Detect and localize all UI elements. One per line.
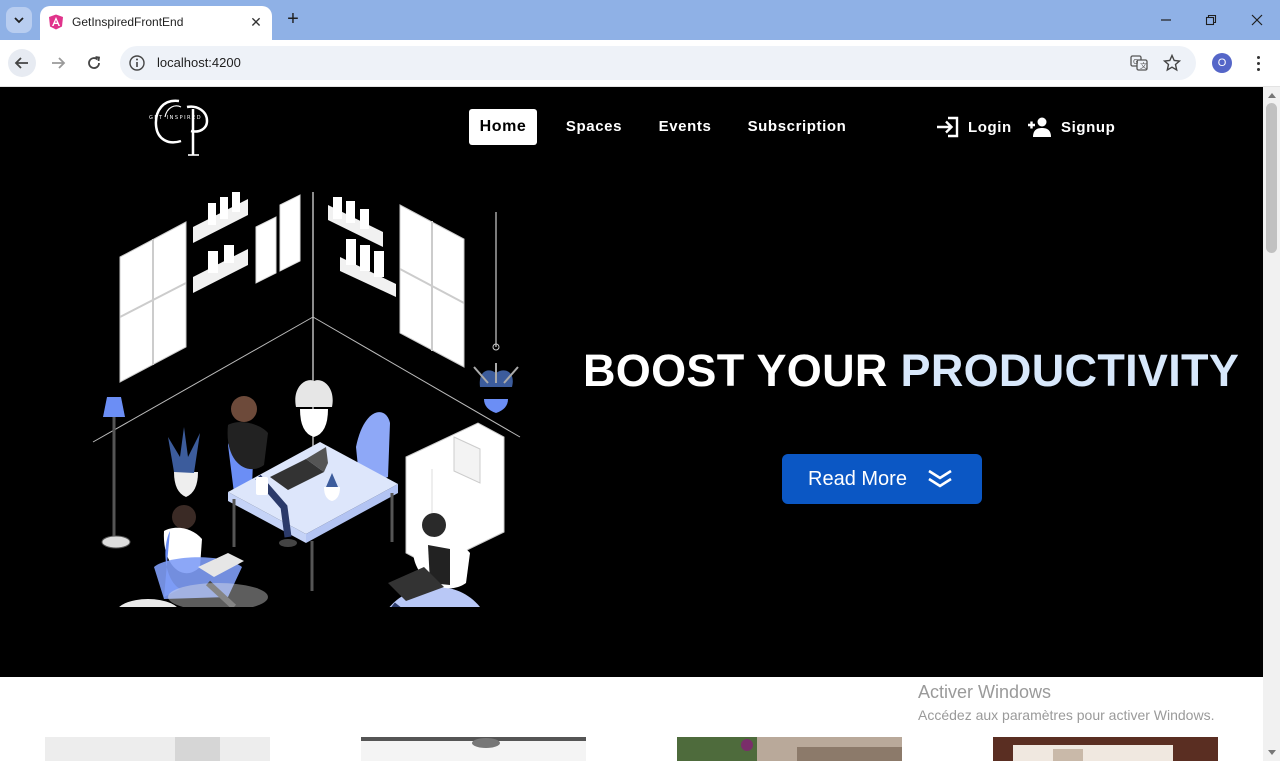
close-window-button[interactable] <box>1245 8 1269 32</box>
hero-section: GET INSPIRED Home Spaces Events Subscrip… <box>0 87 1263 677</box>
translate-icon[interactable]: G文 <box>1130 54 1148 72</box>
watermark-subtitle: Accédez aux paramètres pour activer Wind… <box>918 707 1215 723</box>
logo-text: GET INSPIRED <box>149 115 202 121</box>
browser-tabstrip: GetInspiredFrontEnd ✕ + <box>0 0 1280 40</box>
nav-spaces[interactable]: Spaces <box>560 109 628 145</box>
profile-avatar[interactable]: O <box>1212 53 1232 73</box>
headline-accent-text: PRODUCTIVITY <box>900 345 1240 396</box>
close-icon <box>1251 14 1263 26</box>
scroll-up-arrow-icon[interactable] <box>1268 93 1276 98</box>
login-icon <box>937 116 959 138</box>
nav-subscription[interactable]: Subscription <box>744 109 850 145</box>
windows-activation-watermark: Activer Windows Accédez aux paramètres p… <box>918 682 1214 723</box>
page-scrollbar[interactable] <box>1263 87 1280 761</box>
tab-close-icon[interactable]: ✕ <box>248 14 264 30</box>
login-button[interactable]: Login <box>936 109 1012 145</box>
read-more-button[interactable]: Read More <box>782 454 982 504</box>
browser-menu-icon[interactable] <box>1248 52 1268 74</box>
watermark-title: Activer Windows <box>918 682 1052 702</box>
arrow-right-icon <box>52 57 66 69</box>
new-tab-button[interactable]: + <box>282 8 304 30</box>
site-logo[interactable]: GET INSPIRED <box>145 95 223 159</box>
read-more-label: Read More <box>808 468 907 490</box>
double-chevron-down-icon <box>928 469 952 488</box>
forward-button[interactable] <box>44 49 72 77</box>
svg-text:文: 文 <box>1140 61 1147 70</box>
site-info-icon[interactable] <box>128 54 146 72</box>
address-bar[interactable]: localhost:4200 G文 <box>120 46 1196 80</box>
reload-icon <box>88 56 101 69</box>
space-card-thumbnail[interactable] <box>45 737 270 761</box>
headline-text: BOOST YOUR <box>583 345 901 396</box>
chevron-down-icon <box>14 17 24 24</box>
restore-icon <box>1205 14 1217 26</box>
site-header: GET INSPIRED Home Spaces Events Subscrip… <box>0 87 1263 167</box>
coworking-illustration <box>92 192 521 607</box>
minimize-window-button[interactable] <box>1154 8 1178 32</box>
space-card-thumbnail[interactable] <box>361 737 586 761</box>
signup-button[interactable]: Signup <box>1027 109 1115 145</box>
browser-toolbar: localhost:4200 G文 O <box>0 40 1280 87</box>
hero-headline: BOOST YOUR PRODUCTIVITY <box>583 345 1239 397</box>
url-text[interactable]: localhost:4200 <box>157 55 241 70</box>
svg-text:G: G <box>1133 58 1138 66</box>
bookmark-star-icon[interactable] <box>1163 54 1181 72</box>
signup-label: Signup <box>1061 118 1116 136</box>
nav-events[interactable]: Events <box>653 109 717 145</box>
scroll-down-arrow-icon[interactable] <box>1268 750 1276 755</box>
back-button[interactable] <box>8 49 36 77</box>
login-label: Login <box>968 118 1012 136</box>
tab-search-button[interactable] <box>6 7 32 33</box>
minimize-icon <box>1161 19 1171 21</box>
tab-title: GetInspiredFrontEnd <box>72 15 184 29</box>
restore-window-button[interactable] <box>1199 8 1223 32</box>
space-card-thumbnail[interactable] <box>993 737 1218 761</box>
nav-home[interactable]: Home <box>469 109 537 145</box>
scrollbar-thumb[interactable] <box>1266 103 1277 253</box>
arrow-left-icon <box>14 57 28 69</box>
space-card-thumbnail[interactable] <box>677 737 902 761</box>
reload-button[interactable] <box>80 49 108 77</box>
browser-tab-active[interactable]: GetInspiredFrontEnd ✕ <box>40 6 272 40</box>
page-viewport: GET INSPIRED Home Spaces Events Subscrip… <box>0 87 1263 761</box>
angular-favicon-icon <box>49 14 63 30</box>
add-user-icon <box>1028 117 1051 137</box>
